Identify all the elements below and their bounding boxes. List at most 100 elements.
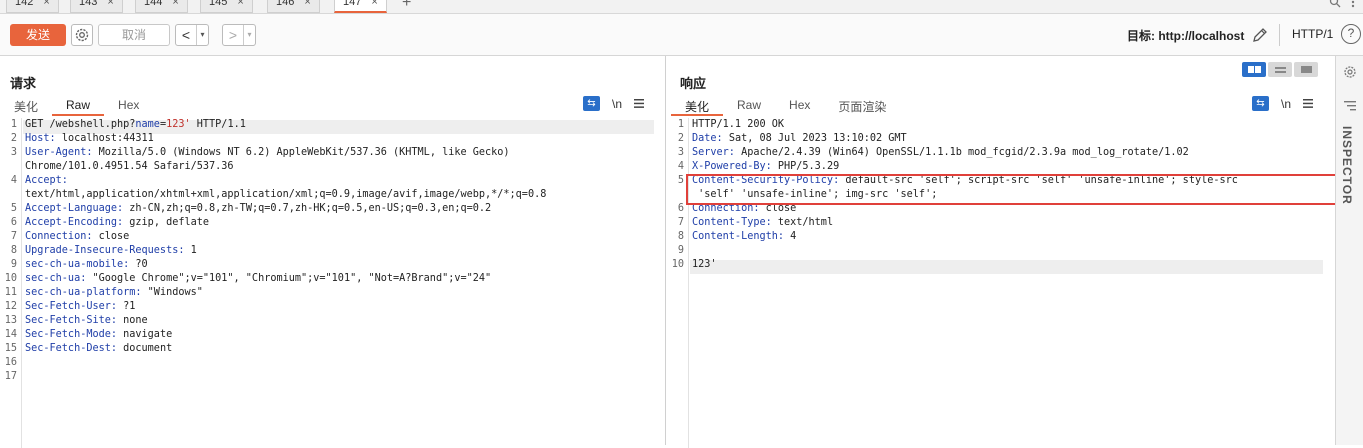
tab-143[interactable]: 143 × <box>70 0 123 13</box>
request-editor[interactable]: 1 GET /webshell.php?name=123' HTTP/1.1 2 Ho… <box>0 118 666 448</box>
tab-hex[interactable]: Hex <box>104 96 153 116</box>
tab-close-icon[interactable]: × <box>304 0 310 12</box>
line-number: 3 <box>10 147 17 158</box>
code-text: Apache/2.4.39 (Win64) OpenSSL/1.1.1b mod… <box>741 147 1189 158</box>
code-line: Content-Type: text/html <box>692 216 833 230</box>
target-label: 目标: http://localhost <box>1127 29 1245 43</box>
code-text: ?0 <box>135 259 148 270</box>
line-number: 10 <box>4 273 17 284</box>
tab-label: 142 <box>15 0 34 8</box>
tab-close-icon[interactable]: × <box>172 0 178 12</box>
word-wrap-icon[interactable]: ⇆ <box>1252 96 1269 111</box>
history-forward-group[interactable]: > ▾ <box>222 24 256 46</box>
history-back-group[interactable]: < ▾ <box>175 24 209 46</box>
header-name: Sec-Fetch-Site: <box>25 315 124 326</box>
http-version-toggle[interactable]: HTTP/1 <box>1292 27 1333 41</box>
chevron-down-icon[interactable]: ▾ <box>196 25 208 45</box>
word-wrap-icon[interactable]: ⇆ <box>583 96 600 111</box>
list-icon[interactable] <box>1344 101 1356 111</box>
tab-hex[interactable]: Hex <box>775 96 824 116</box>
tab-147[interactable]: 147 × <box>334 0 387 13</box>
newline-toggle[interactable]: \n <box>612 97 622 111</box>
code-line: Accept-Language: zh-CN,zh;q=0.8,zh-TW;q=… <box>25 202 491 216</box>
tab-label: 143 <box>79 0 98 8</box>
tab-label: 144 <box>144 0 163 8</box>
tab-render[interactable]: 页面渲染 <box>824 96 900 116</box>
line-number: 8 <box>677 231 684 242</box>
line-number: 16 <box>4 357 17 368</box>
more-menu-icon[interactable] <box>1351 0 1355 8</box>
menu-icon[interactable] <box>1303 99 1314 108</box>
header-name: Connection: <box>25 231 99 242</box>
code-text: 1 <box>190 245 197 256</box>
settings-button[interactable] <box>71 24 93 46</box>
tab-pretty[interactable]: 美化 <box>671 96 724 116</box>
tab-144[interactable]: 144 × <box>135 0 188 13</box>
inspector-tab[interactable]: INSPECTOR <box>1340 126 1354 205</box>
line-number: 6 <box>677 203 684 214</box>
code-line: Sec-Fetch-User: ?1 <box>25 300 135 314</box>
response-subtabs: 美化 Raw Hex 页面渲染 <box>671 96 900 116</box>
back-arrow-icon[interactable]: < <box>176 25 196 45</box>
response-editor[interactable]: 1 HTTP/1.1 200 OK 2 Date: Sat, 08 Jul 2023 … <box>667 118 1335 448</box>
tab-pretty[interactable]: 美化 <box>0 96 52 116</box>
edit-target-icon[interactable] <box>1250 25 1270 45</box>
code-line: Date: Sat, 08 Jul 2023 13:10:02 GMT <box>692 132 907 146</box>
help-icon[interactable]: ? <box>1341 24 1361 44</box>
toolbar: 发送 取消 < ▾ > ▾ 目标: http://localhost HTTP/… <box>0 14 1363 56</box>
code-text: 4 <box>790 231 797 242</box>
header-name: Sec-Fetch-Dest: <box>25 343 124 354</box>
forward-arrow-icon[interactable]: > <box>223 25 243 45</box>
line-number: 7 <box>677 217 684 228</box>
response-title: 响应 <box>680 76 707 91</box>
layout-stacked-button[interactable] <box>1268 62 1292 77</box>
header-name: Accept-Language: <box>25 203 130 214</box>
tab-close-icon[interactable]: × <box>371 0 377 11</box>
line-number: 13 <box>4 315 17 326</box>
tab-strip: 142 × 143 × 144 × 145 × 146 × 147 × + <box>0 0 1363 14</box>
tab-146[interactable]: 146 × <box>267 0 320 13</box>
csp-highlight-box <box>686 174 1350 205</box>
newline-toggle[interactable]: \n <box>1281 97 1291 111</box>
tab-close-icon[interactable]: × <box>237 0 243 12</box>
code-line: Content-Length: 4 <box>692 230 796 244</box>
line-number: 6 <box>10 217 17 228</box>
gear-icon <box>75 28 89 42</box>
code-line: Accept: <box>25 174 74 188</box>
code-text: zh-CN,zh;q=0.8,zh-TW;q=0.7,zh-HK;q=0.5,e… <box>129 203 492 214</box>
code-text: HTTP/1.1 200 OK <box>692 119 785 130</box>
header-name: Content-Length: <box>692 231 791 242</box>
menu-icon[interactable] <box>634 99 645 108</box>
layout-side-by-side-button[interactable] <box>1242 62 1266 77</box>
code-text: Mozilla/5.0 (Windows NT 6.2) AppleWebKit… <box>98 147 510 158</box>
send-button[interactable]: 发送 <box>10 24 66 46</box>
cancel-button[interactable]: 取消 <box>98 24 170 46</box>
tab-145[interactable]: 145 × <box>200 0 253 13</box>
code-line: GET /webshell.php?name=123' HTTP/1.1 <box>25 118 246 132</box>
code-text: text/html <box>777 217 834 228</box>
code-text: ?1 <box>123 301 136 312</box>
code-line: Connection: close <box>25 230 129 244</box>
request-panel: 请求 美化 Raw Hex ⇆ \n 1 GET /webshell.php?na… <box>0 56 666 448</box>
tab-label: 147 <box>343 0 362 8</box>
tab-close-icon[interactable]: × <box>43 0 49 12</box>
chevron-down-icon[interactable]: ▾ <box>243 25 255 45</box>
layout-single-button[interactable] <box>1294 62 1318 77</box>
header-name: Accept: <box>25 175 75 186</box>
header-name: Host: <box>25 133 62 144</box>
code-text: Sat, 08 Jul 2023 13:10:02 GMT <box>728 133 907 144</box>
line-number: 17 <box>4 371 17 382</box>
tab-close-icon[interactable]: × <box>107 0 113 12</box>
line-number: 15 <box>4 343 17 354</box>
code-text: localhost:44311 <box>61 133 154 144</box>
header-name: Accept-Encoding: <box>25 217 130 228</box>
code-text: Chrome/101.0.4951.54 Safari/537.36 <box>25 161 234 172</box>
search-icon[interactable] <box>1329 0 1341 8</box>
gear-icon[interactable] <box>1342 64 1358 80</box>
tab-raw[interactable]: Raw <box>723 96 775 116</box>
line-number: 3 <box>677 147 684 158</box>
tab-raw[interactable]: Raw <box>52 96 105 116</box>
add-tab-icon[interactable]: + <box>402 0 411 12</box>
tab-142[interactable]: 142 × <box>6 0 59 13</box>
code-line: HTTP/1.1 200 OK <box>692 118 784 132</box>
